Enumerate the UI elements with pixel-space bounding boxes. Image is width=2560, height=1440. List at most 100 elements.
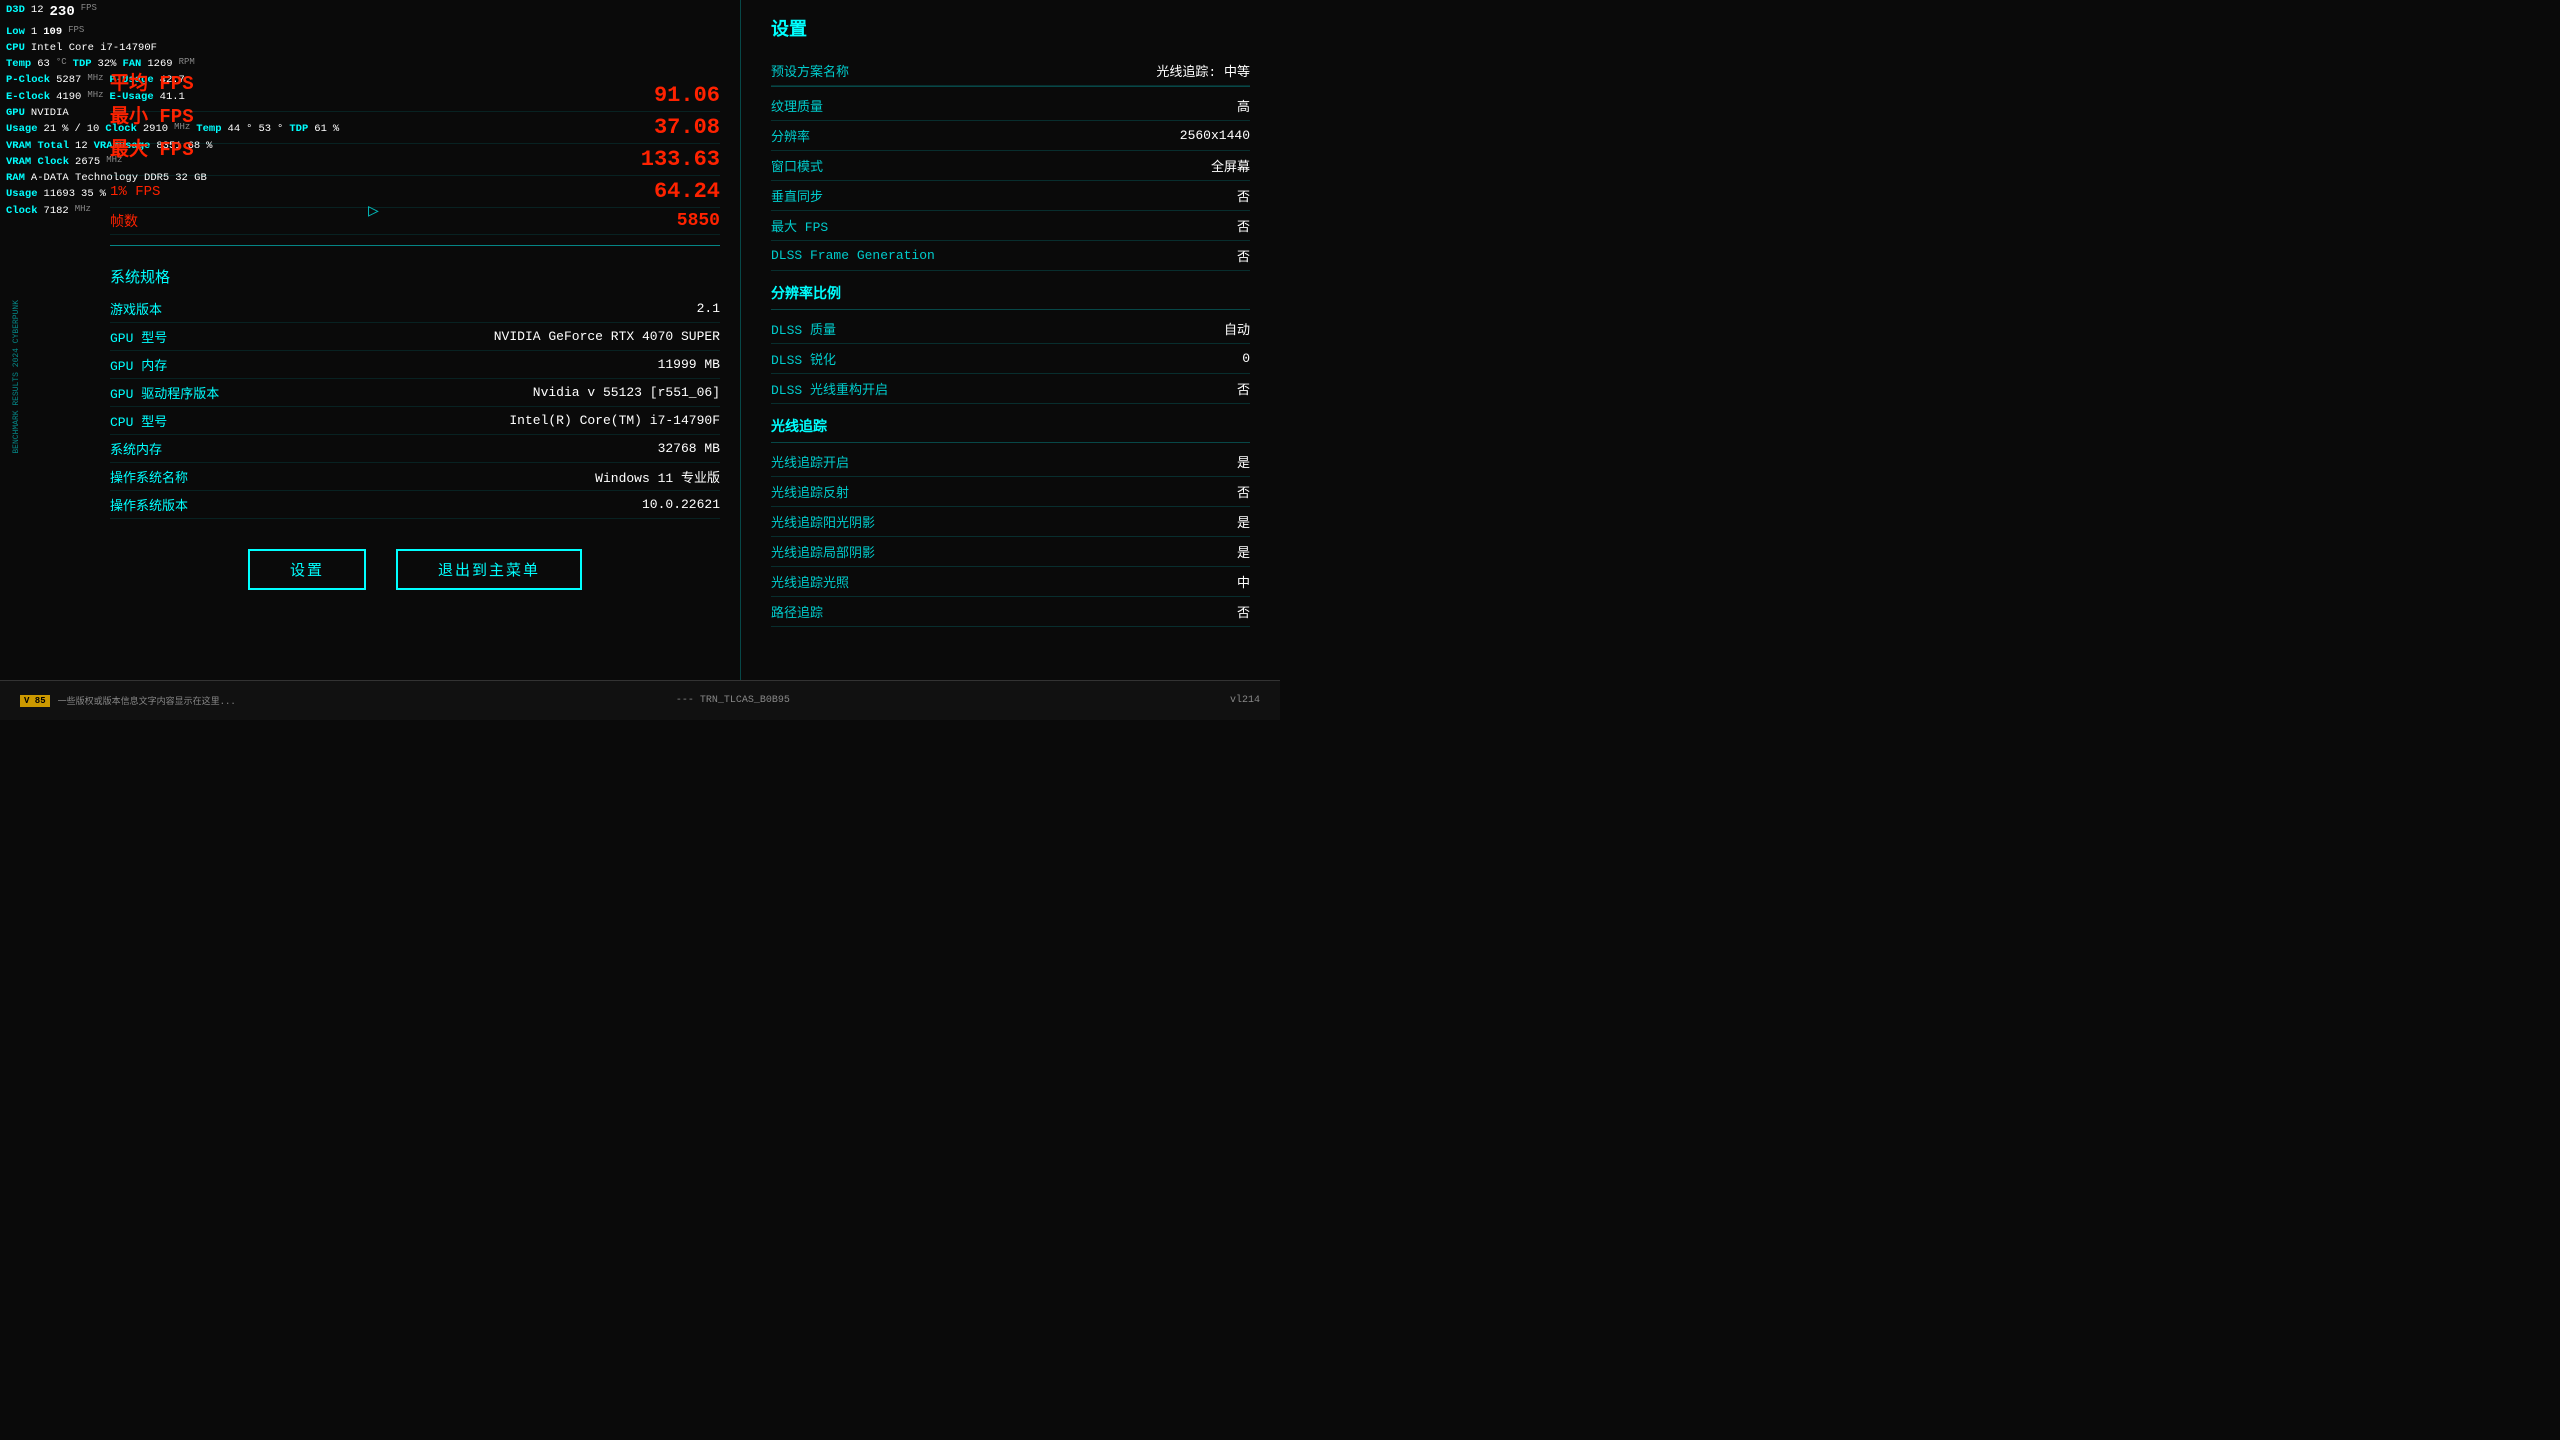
low-fps-unit: FPS: [68, 24, 84, 40]
setting-val: 否: [1237, 379, 1250, 398]
min-fps-row: 37.08: [110, 112, 720, 144]
spec-key: 系统内存: [110, 439, 162, 458]
setting-val: 是: [1237, 512, 1250, 531]
eclock-label: E-Clock: [6, 89, 50, 105]
spec-row: GPU 内存 11999 MB: [110, 351, 720, 379]
spec-row: 操作系统名称 Windows 11 专业版: [110, 463, 720, 491]
cursor-indicator: ▷: [368, 200, 379, 222]
setting-val: 否: [1237, 482, 1250, 501]
d3d-version: 12: [31, 2, 44, 24]
ram-label: RAM: [6, 170, 25, 186]
setting-key: DLSS 锐化: [771, 349, 836, 368]
d3d-label: D3D: [6, 2, 25, 24]
spec-val: Nvidia v 55123 [r551_06]: [533, 385, 720, 400]
setting-row: 光线追踪局部阴影 是: [771, 537, 1250, 567]
setting-key: 光线追踪反射: [771, 482, 849, 501]
setting-row: DLSS 锐化 0: [771, 344, 1250, 374]
spec-key: CPU 型号: [110, 411, 167, 430]
settings-button[interactable]: 设置: [248, 549, 366, 590]
setting-row: 窗口模式 全屏幕: [771, 151, 1250, 181]
bottom-right: vl214: [1230, 695, 1260, 706]
spec-val: NVIDIA GeForce RTX 4070 SUPER: [494, 329, 720, 344]
vram-total-label: VRAM Total: [6, 138, 69, 154]
max-fps-row: 133.63: [110, 144, 720, 176]
exit-button[interactable]: 退出到主菜单: [396, 549, 582, 590]
avg-fps-value: 91.06: [654, 83, 720, 108]
logo-desc: 一些版权或版本信息文字内容显示在这里...: [58, 694, 236, 707]
action-buttons: 设置 退出到主菜单: [110, 549, 720, 590]
spec-row: CPU 型号 Intel(R) Core(TM) i7-14790F: [110, 407, 720, 435]
setting-key: 最大 FPS: [771, 216, 828, 235]
gpu-name: NVIDIA: [31, 105, 69, 121]
cpu-label: CPU: [6, 40, 25, 56]
spec-row: 操作系统版本 10.0.22621: [110, 491, 720, 519]
d3d-fps-unit: FPS: [81, 2, 97, 24]
settings-section-title: 分辨率比例: [771, 283, 1250, 303]
setting-key: 纹理质量: [771, 96, 823, 115]
gpu-usage-val: 21: [44, 121, 57, 137]
specs-divider: [110, 245, 720, 246]
setting-row: 路径追踪 否: [771, 597, 1250, 627]
bottom-center: --- TRN_TLCAS_B0B95: [236, 695, 1230, 706]
temp-val: 63: [37, 56, 50, 72]
section-divider: [771, 309, 1250, 310]
preset-val: 光线追踪: 中等: [1156, 61, 1250, 80]
spec-val: 11999 MB: [658, 357, 720, 372]
setting-val: 自动: [1224, 319, 1250, 338]
setting-val: 否: [1237, 216, 1250, 235]
setting-key: 分辨率: [771, 126, 810, 145]
setting-key: 光线追踪光照: [771, 572, 849, 591]
pct1-fps-label: 1% FPS: [110, 184, 160, 200]
setting-row: DLSS 光线重构开启 否: [771, 374, 1250, 404]
gpu-label: GPU: [6, 105, 25, 121]
setting-row: 光线追踪反射 否: [771, 477, 1250, 507]
setting-key: 光线追踪开启: [771, 452, 849, 471]
main-panel: 91.06 37.08 133.63 1% FPS 64.24 帧数 5850: [100, 0, 1280, 680]
d3d-fps-val: 230: [50, 2, 75, 24]
specs-title: 系统规格: [110, 266, 720, 287]
low-label: Low: [6, 24, 25, 40]
ram-clock-label: Clock: [6, 203, 38, 219]
ram-usage-pct: 35: [81, 186, 94, 202]
setting-val: 2560x1440: [1180, 128, 1250, 143]
ram-clock-unit: MHz: [75, 203, 91, 219]
vram-clock-val: 2675: [75, 154, 100, 170]
settings-rows-container: 纹理质量 高 分辨率 2560x1440 窗口模式 全屏幕 垂直同步 否 最大 …: [771, 86, 1250, 627]
setting-val: 否: [1237, 186, 1250, 205]
fps-stats-section: 91.06 37.08 133.63 1% FPS 64.24 帧数 5850: [110, 80, 720, 235]
setting-row: 分辨率 2560x1440: [771, 121, 1250, 151]
pct1-fps-value: 64.24: [654, 179, 720, 204]
specs-rows: 游戏版本 2.1 GPU 型号 NVIDIA GeForce RTX 4070 …: [110, 295, 720, 519]
vram-clock-label: VRAM Clock: [6, 154, 69, 170]
spec-key: 操作系统版本: [110, 495, 188, 514]
bottom-bar: V 85 一些版权或版本信息文字内容显示在这里... --- TRN_TLCAS…: [0, 680, 1280, 720]
spec-val: 10.0.22621: [642, 497, 720, 512]
side-text: BENCHMARK RESULTS 2024 CYBERPUNK: [12, 300, 22, 454]
setting-val: 是: [1237, 542, 1250, 561]
spec-row: GPU 型号 NVIDIA GeForce RTX 4070 SUPER: [110, 323, 720, 351]
ram-usage-label: Usage: [6, 186, 38, 202]
setting-row: DLSS 质量 自动: [771, 314, 1250, 344]
pct1-fps-row: 1% FPS 64.24: [110, 176, 720, 208]
setting-val: 中: [1237, 572, 1250, 591]
gpu-usage-of: 10: [87, 121, 100, 137]
settings-section-title: 光线追踪: [771, 416, 1250, 436]
frames-value: 5850: [677, 211, 720, 231]
setting-row: 光线追踪开启 是: [771, 447, 1250, 477]
preset-key: 预设方案名称: [771, 61, 849, 80]
avg-fps-row: 91.06: [110, 80, 720, 112]
eclock-val: 4190: [56, 89, 81, 105]
spec-key: 游戏版本: [110, 299, 162, 318]
spec-key: GPU 型号: [110, 327, 167, 346]
spec-key: GPU 内存: [110, 355, 167, 374]
system-specs-section: 系统规格 游戏版本 2.1 GPU 型号 NVIDIA GeForce RTX …: [110, 266, 720, 519]
setting-row: 纹理质量 高: [771, 91, 1250, 121]
gpu-usage-label: Usage: [6, 121, 38, 137]
low-fps-val: 109: [43, 24, 62, 40]
setting-key: DLSS 质量: [771, 319, 836, 338]
setting-val: 全屏幕: [1211, 156, 1250, 175]
ram-usage-val: 11693: [44, 186, 76, 202]
spec-key: GPU 驱动程序版本: [110, 383, 219, 402]
spec-key: 操作系统名称: [110, 467, 188, 486]
frames-label: 帧数: [110, 211, 138, 231]
